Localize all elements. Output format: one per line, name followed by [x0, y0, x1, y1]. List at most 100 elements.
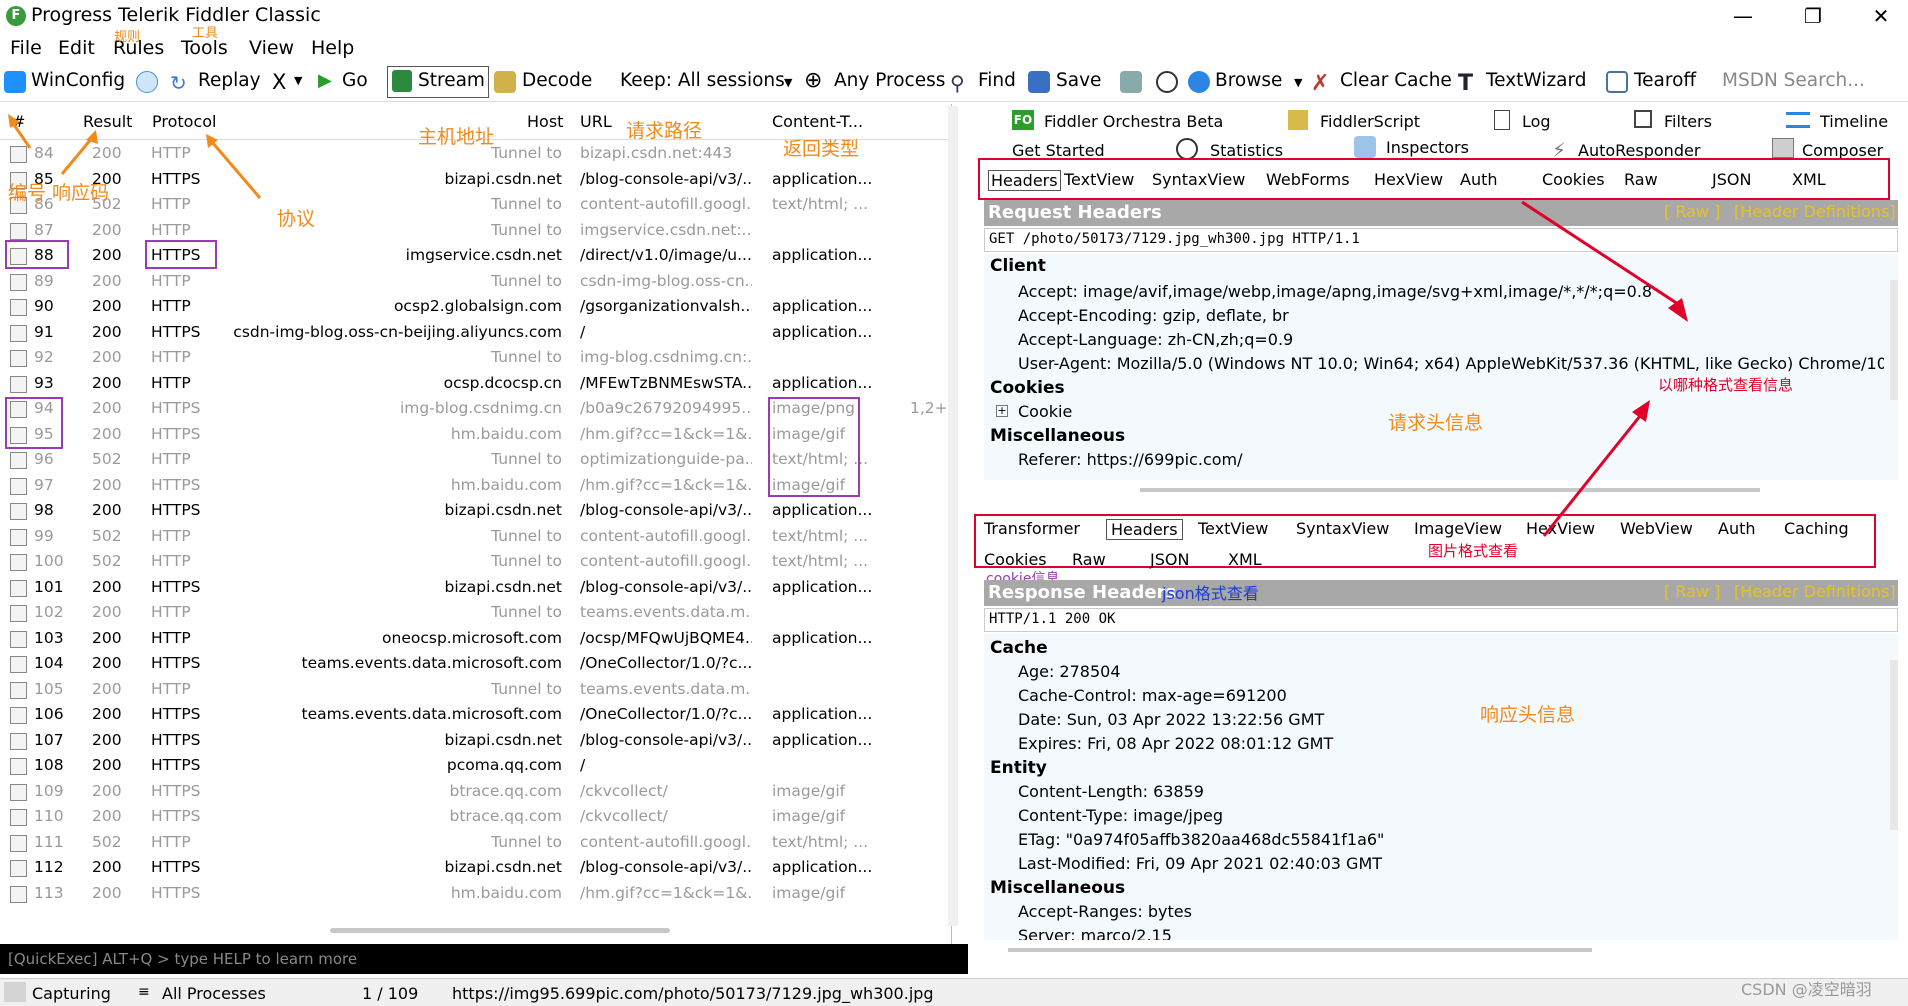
response-raw-link[interactable]: [ Raw ] [1664, 582, 1720, 601]
tab-timeline[interactable]: Timeline [1820, 112, 1888, 131]
browse-button[interactable]: Browse [1215, 70, 1282, 91]
header-referer[interactable]: Referer: https://699pic.com/ [1018, 450, 1243, 469]
table-row[interactable]: 90 200 HTTP ocsp2.globalsign.com/gsorganiza… [0, 295, 940, 321]
table-row[interactable]: 101 200 HTTPS bizapi.csdn.net/blog-console-… [0, 576, 940, 602]
table-row[interactable]: 88 200 HTTPS imgservice.csdn.net/direct/v1.… [0, 244, 940, 270]
col-header-url[interactable]: URL [580, 112, 612, 131]
response-scrollbar[interactable] [1890, 660, 1898, 830]
table-row[interactable]: 110 200 HTTPS btrace.qq.com/ckvcollect/imag… [0, 805, 940, 831]
col-header-host[interactable]: Host [527, 112, 563, 131]
decode-button[interactable]: Decode [522, 70, 592, 91]
table-row[interactable]: 92 200 HTTP Tunnel to img-blog.csdnimg.cn:..… [0, 346, 940, 372]
request-tab-webforms[interactable]: WebForms [1266, 170, 1350, 189]
replay-button[interactable]: Replay [198, 70, 261, 91]
header-date[interactable]: Date: Sun, 03 Apr 2022 13:22:56 GMT [1018, 710, 1324, 729]
status-capturing[interactable]: Capturing [32, 984, 111, 1003]
browse-dropdown-icon[interactable]: ▼ [1294, 76, 1302, 89]
textwizard-button[interactable]: TextWizard [1486, 70, 1587, 91]
header-server[interactable]: Server: marco/2.15 [1018, 926, 1172, 940]
header-etag[interactable]: ETag: "0a974f05affb3820aa468dc55841f1a6" [1018, 830, 1384, 849]
header-accept-ranges[interactable]: Accept-Ranges: bytes [1018, 902, 1192, 921]
table-row[interactable]: 113 200 HTTPS hm.baidu.com/hm.gif?cc=1&ck=1… [0, 882, 940, 908]
menu-file[interactable]: File [10, 37, 42, 59]
expand-icon[interactable]: + [996, 405, 1008, 417]
response-tab-transformer[interactable]: Transformer [984, 519, 1080, 538]
response-tab-textview[interactable]: TextView [1198, 519, 1268, 538]
tab-orchestra[interactable]: Fiddler Orchestra Beta [1044, 112, 1223, 131]
clear-cache-button[interactable]: Clear Cache [1340, 70, 1452, 91]
any-process-button[interactable]: Any Process [834, 70, 945, 91]
header-content-length[interactable]: Content-Length: 63859 [1018, 782, 1204, 801]
response-tab-caching[interactable]: Caching [1784, 519, 1849, 538]
table-row[interactable]: 106 200 HTTPS teams.events.data.microsoft.c… [0, 703, 940, 729]
table-row[interactable]: 103 200 HTTP oneocsp.microsoft.com/ocsp/MFQ… [0, 627, 940, 653]
request-tab-cookies[interactable]: Cookies [1542, 170, 1605, 189]
table-row[interactable]: 98 200 HTTPS bizapi.csdn.net/blog-console-a… [0, 499, 940, 525]
table-row[interactable]: 99 502 HTTP Tunnel to content-autofill.googl… [0, 525, 940, 551]
remove-dropdown-icon[interactable]: ▼ [294, 74, 302, 87]
stream-button[interactable]: Stream [418, 70, 485, 91]
table-row[interactable]: 93 200 HTTP ocsp.dcocsp.cn/MFEwTzBNMEswSTA.… [0, 372, 940, 398]
table-row[interactable]: 100 502 HTTP Tunnel to content-autofill.goog… [0, 550, 940, 576]
msdn-search-input[interactable]: MSDN Search... [1722, 70, 1865, 91]
table-row[interactable]: 104 200 HTTPS teams.events.data.microsoft.c… [0, 652, 940, 678]
header-content-type[interactable]: Content-Type: image/jpeg [1018, 806, 1223, 825]
request-tab-json[interactable]: JSON [1712, 170, 1751, 189]
tab-fiddlerscript[interactable]: FiddlerScript [1320, 112, 1420, 131]
response-tab2-json[interactable]: JSON [1150, 550, 1189, 569]
go-button[interactable]: Go [342, 70, 368, 91]
header-user-agent[interactable]: User-Agent: Mozilla/5.0 (Windows NT 10.0… [1018, 354, 1884, 373]
response-tab2-xml[interactable]: XML [1228, 550, 1262, 569]
request-tab-xml[interactable]: XML [1792, 170, 1826, 189]
quickexec-input[interactable]: [QuickExec] ALT+Q > type HELP to learn m… [0, 944, 968, 974]
table-row[interactable]: 109 200 HTTPS btrace.qq.com/ckvcollect/imag… [0, 780, 940, 806]
tab-inspectors[interactable]: Inspectors [1386, 138, 1469, 157]
remove-button[interactable]: X [272, 70, 286, 94]
header-cookie[interactable]: Cookie [1018, 402, 1072, 421]
response-tab-auth[interactable]: Auth [1718, 519, 1756, 538]
header-expires[interactable]: Expires: Fri, 08 Apr 2022 08:01:12 GMT [1018, 734, 1333, 753]
col-header-content-type[interactable]: Content-T... [772, 112, 863, 131]
save-button[interactable]: Save [1056, 70, 1101, 91]
table-row[interactable]: 91 200 HTTPS csdn-img-blog.oss-cn-beijing.a… [0, 321, 940, 347]
menu-view[interactable]: View [249, 37, 294, 59]
tearoff-button[interactable]: Tearoff [1634, 70, 1696, 91]
table-row[interactable]: 107 200 HTTPS bizapi.csdn.net/blog-console-… [0, 729, 940, 755]
header-last-modified[interactable]: Last-Modified: Fri, 09 Apr 2021 02:40:03… [1018, 854, 1382, 873]
table-row[interactable]: 112 200 HTTPS bizapi.csdn.net/blog-console-… [0, 856, 940, 882]
request-tab-textview[interactable]: TextView [1064, 170, 1134, 189]
table-row[interactable]: 102 200 HTTP Tunnel to teams.events.data.m..… [0, 601, 940, 627]
header-accept-language[interactable]: Accept-Language: zh-CN,zh;q=0.9 [1018, 330, 1293, 349]
menu-help[interactable]: Help [311, 37, 354, 59]
response-hscrollbar[interactable] [1008, 948, 1592, 952]
request-tab-auth[interactable]: Auth [1460, 170, 1498, 189]
request-tab-syntaxview[interactable]: SyntaxView [1152, 170, 1245, 189]
request-tab-hexview[interactable]: HexView [1374, 170, 1443, 189]
table-row[interactable]: 111 502 HTTP Tunnel to content-autofill.goog… [0, 831, 940, 857]
maximize-button[interactable]: ❐ [1786, 0, 1840, 32]
status-all-processes[interactable]: All Processes [162, 984, 266, 1003]
response-tab-headers[interactable]: Headers [1106, 519, 1183, 540]
table-row[interactable]: 89 200 HTTP Tunnel to csdn-img-blog.oss-cn..… [0, 270, 940, 296]
request-tab-headers[interactable]: Headers [988, 170, 1061, 191]
find-button[interactable]: Find [978, 70, 1016, 91]
menu-edit[interactable]: Edit [58, 37, 95, 59]
header-accept-encoding[interactable]: Accept-Encoding: gzip, deflate, br [1018, 306, 1289, 325]
request-defs-link[interactable]: [Header Definitions] [1734, 202, 1896, 221]
keep-sessions-dropdown[interactable]: Keep: All sessions [620, 70, 785, 91]
tab-filters[interactable]: Filters [1664, 112, 1712, 131]
timer-icon[interactable] [1156, 71, 1178, 93]
screenshot-icon[interactable] [1120, 71, 1142, 93]
keep-dropdown-icon[interactable]: ▼ [784, 76, 792, 89]
sessions-hscrollbar[interactable] [330, 928, 670, 933]
header-age[interactable]: Age: 278504 [1018, 662, 1121, 681]
tab-log[interactable]: Log [1522, 112, 1551, 131]
response-tab-syntaxview[interactable]: SyntaxView [1296, 519, 1389, 538]
request-tab-raw[interactable]: Raw [1624, 170, 1658, 189]
table-row[interactable]: 108 200 HTTPS pcoma.qq.com / [0, 754, 940, 780]
header-cache-control[interactable]: Cache-Control: max-age=691200 [1018, 686, 1287, 705]
response-defs-link[interactable]: [Header Definitions] [1734, 582, 1896, 601]
response-tab-imageview[interactable]: ImageView [1414, 519, 1502, 538]
close-button[interactable]: ✕ [1854, 0, 1908, 32]
request-scrollbar[interactable] [1890, 280, 1898, 400]
